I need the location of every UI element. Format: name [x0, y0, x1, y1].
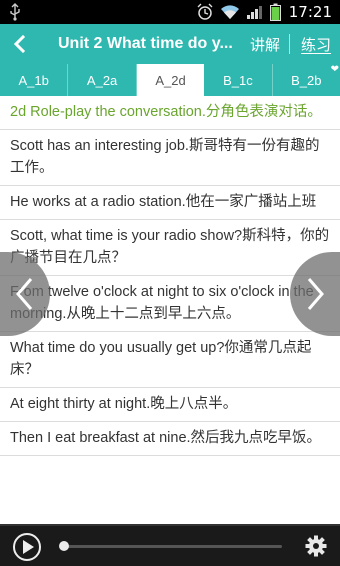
- play-icon[interactable]: [12, 532, 42, 562]
- header-divider: [289, 34, 290, 54]
- app-header: Unit 2 What time do y... 讲解 练习: [0, 24, 340, 64]
- tab-label: B_2b: [291, 72, 322, 88]
- audio-player: [0, 524, 340, 566]
- explain-button[interactable]: 讲解: [250, 34, 280, 55]
- list-item[interactable]: He works at a radio station.他在一家广播站上班: [0, 186, 340, 220]
- battery-icon: [269, 3, 281, 21]
- list-item[interactable]: Scott has an interesting job.斯哥特有一份有趣的工作…: [0, 130, 340, 186]
- back-button[interactable]: [0, 24, 40, 64]
- status-bar: 17:21: [0, 0, 340, 24]
- usb-icon: [10, 3, 20, 21]
- tab-b-1c[interactable]: B_1c: [204, 64, 273, 96]
- list-item[interactable]: At eight thirty at night.晚上八点半。: [0, 388, 340, 422]
- tab-a-2a[interactable]: A_2a: [68, 64, 137, 96]
- practice-button[interactable]: 练习: [301, 34, 331, 55]
- chevron-right-icon: [307, 278, 324, 310]
- progress-thumb[interactable]: [59, 541, 69, 551]
- progress-track[interactable]: [62, 545, 282, 548]
- chevron-left-icon: [13, 35, 26, 53]
- conversation-list[interactable]: 2d Role-play the conversation.分角色表演对话。 S…: [0, 96, 340, 524]
- list-item[interactable]: Then I eat breakfast at nine.然后我九点吃早饭。: [0, 422, 340, 456]
- tab-a-1b[interactable]: A_1b: [0, 64, 69, 96]
- signal-icon: [246, 6, 262, 19]
- list-item[interactable]: From twelve o'clock at night to six o'cl…: [0, 276, 340, 332]
- favorite-heart-icon: ❤: [194, 64, 204, 75]
- tab-label: A_2a: [86, 72, 118, 88]
- tab-a-2d[interactable]: A_2d ❤: [136, 64, 205, 96]
- alarm-icon: [197, 3, 213, 20]
- section-heading: 2d Role-play the conversation.分角色表演对话。: [0, 96, 340, 130]
- tab-label: A_2d: [155, 72, 186, 88]
- wifi-icon: [220, 5, 239, 19]
- favorite-heart-icon: ❤: [330, 64, 340, 75]
- list-item[interactable]: What time do you usually get up?你通常几点起床？: [0, 332, 340, 388]
- chevron-left-icon: [16, 278, 33, 310]
- tab-b-2b[interactable]: B_2b ❤: [273, 64, 340, 96]
- list-item[interactable]: Scott, what time is your radio show?斯科特，…: [0, 220, 340, 276]
- tab-label: A_1b: [18, 72, 49, 88]
- section-tabs: A_1b A_2a A_2d ❤ B_1c B_2b ❤: [0, 64, 340, 96]
- page-title: Unit 2 What time do y...: [58, 35, 233, 52]
- clock: 17:21: [288, 3, 332, 21]
- tab-label: B_1c: [223, 72, 253, 88]
- gear-icon[interactable]: [305, 535, 327, 557]
